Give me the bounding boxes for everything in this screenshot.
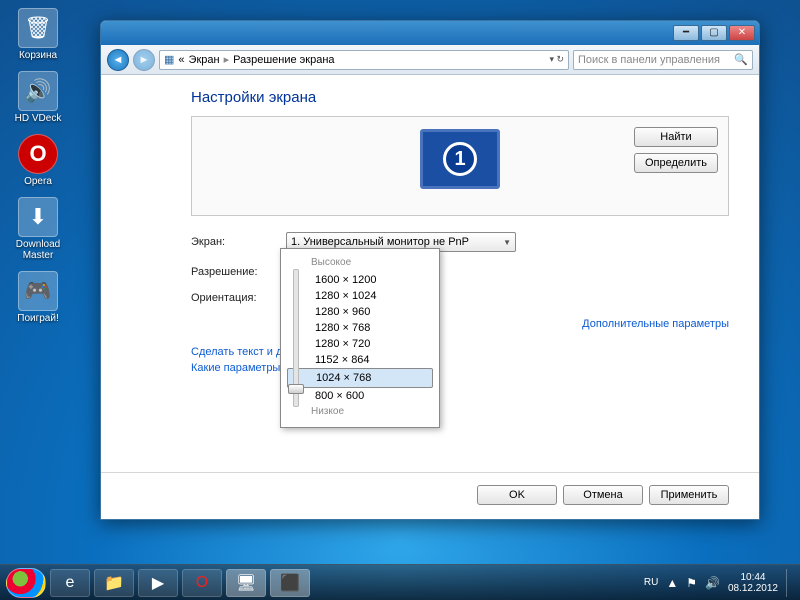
orientation-label: Ориентация: [191, 292, 286, 304]
dropdown-high-label: Высокое [311, 257, 433, 268]
desktop-icon-recycle[interactable]: 🗑Корзина [6, 8, 70, 61]
window-titlebar: ━ ▢ ✕ [101, 21, 759, 45]
find-button[interactable]: Найти [634, 127, 718, 147]
desktop-icons: 🗑Корзина 🔊HD VDeck OOpera ⬇Download Mast… [6, 8, 76, 334]
tray-flag-icon[interactable]: ▲ [666, 576, 678, 590]
maximize-button[interactable]: ▢ [701, 25, 727, 41]
monitor-thumbnail[interactable]: 1 [420, 129, 500, 189]
close-button[interactable]: ✕ [729, 25, 755, 41]
back-button[interactable]: ◄ [107, 49, 129, 71]
minimize-button[interactable]: ━ [673, 25, 699, 41]
start-button[interactable] [6, 568, 46, 598]
display-label: Экран: [191, 236, 286, 248]
desktop-icon-dm[interactable]: ⬇Download Master [6, 197, 70, 261]
resolution-option[interactable]: 1280 × 720 [287, 336, 433, 352]
display-preview: 1 Найти Определить [191, 116, 729, 216]
ok-button[interactable]: OK [477, 485, 557, 505]
detect-button[interactable]: Определить [634, 153, 718, 173]
audio-icon: 🔊 [18, 71, 58, 111]
resolution-option[interactable]: 1280 × 960 [287, 304, 433, 320]
taskbar: e 📁 ▶ O 🖥 ⬛ RU ▲ ⚑ 🔊 10:44 08.12.2012 [0, 564, 800, 600]
dropdown-low-label: Низкое [311, 406, 433, 417]
resolution-option[interactable]: 1152 × 864 [287, 352, 433, 368]
forward-button[interactable]: ► [133, 49, 155, 71]
desktop-icon-opera[interactable]: OOpera [6, 134, 70, 187]
slider-thumb[interactable] [288, 384, 304, 394]
gamepad-icon: 🎮 [18, 271, 58, 311]
desktop-icon-hdvdeck[interactable]: 🔊HD VDeck [6, 71, 70, 124]
chevron-down-icon: ▼ [503, 238, 511, 247]
lang-indicator[interactable]: RU [644, 577, 658, 588]
system-tray: RU ▲ ⚑ 🔊 10:44 08.12.2012 [644, 569, 794, 597]
show-desktop-button[interactable] [786, 569, 794, 597]
resolution-dropdown: Высокое 1600 × 1200 1280 × 1024 1280 × 9… [280, 248, 440, 428]
cancel-button[interactable]: Отмена [563, 485, 643, 505]
clock[interactable]: 10:44 08.12.2012 [728, 572, 778, 594]
refresh-icon[interactable]: ▾ ↻ [549, 54, 564, 65]
trash-icon: 🗑 [18, 8, 58, 48]
resolution-option[interactable]: 1280 × 768 [287, 320, 433, 336]
page-title: Настройки экрана [191, 89, 729, 106]
taskbar-opera[interactable]: O [182, 569, 222, 597]
monitor-number: 1 [443, 142, 477, 176]
resolution-option[interactable]: 1280 × 1024 [287, 288, 433, 304]
tray-action-icon[interactable]: ⚑ [686, 576, 697, 590]
advanced-link[interactable]: Дополнительные параметры [582, 318, 729, 330]
resolution-label: Разрешение: [191, 266, 286, 278]
resolution-option[interactable]: 800 × 600 [287, 388, 433, 404]
download-icon: ⬇ [18, 197, 58, 237]
taskbar-app[interactable]: ⬛ [270, 569, 310, 597]
taskbar-ie[interactable]: e [50, 569, 90, 597]
tray-volume-icon[interactable]: 🔊 [705, 576, 720, 590]
resolution-option-selected[interactable]: 1024 × 768 [287, 368, 433, 388]
resolution-option[interactable]: 1600 × 1200 [287, 272, 433, 288]
taskbar-explorer[interactable]: 📁 [94, 569, 134, 597]
search-icon: 🔍 [734, 53, 748, 66]
window-toolbar: ◄ ► ▦ « Экран ▸ Разрешение экрана ▾ ↻ По… [101, 45, 759, 75]
which-settings-link[interactable]: Какие параметры мон [191, 362, 729, 374]
desktop-icon-game[interactable]: 🎮Поиграй! [6, 271, 70, 324]
text-size-link[interactable]: Сделать текст и другие [191, 346, 729, 358]
opera-icon: O [18, 134, 58, 174]
taskbar-media[interactable]: ▶ [138, 569, 178, 597]
taskbar-display-settings[interactable]: 🖥 [226, 569, 266, 597]
control-panel-icon: ▦ [164, 53, 174, 66]
apply-button[interactable]: Применить [649, 485, 729, 505]
search-input[interactable]: Поиск в панели управления 🔍 [573, 50, 753, 70]
address-bar[interactable]: ▦ « Экран ▸ Разрешение экрана ▾ ↻ [159, 50, 569, 70]
